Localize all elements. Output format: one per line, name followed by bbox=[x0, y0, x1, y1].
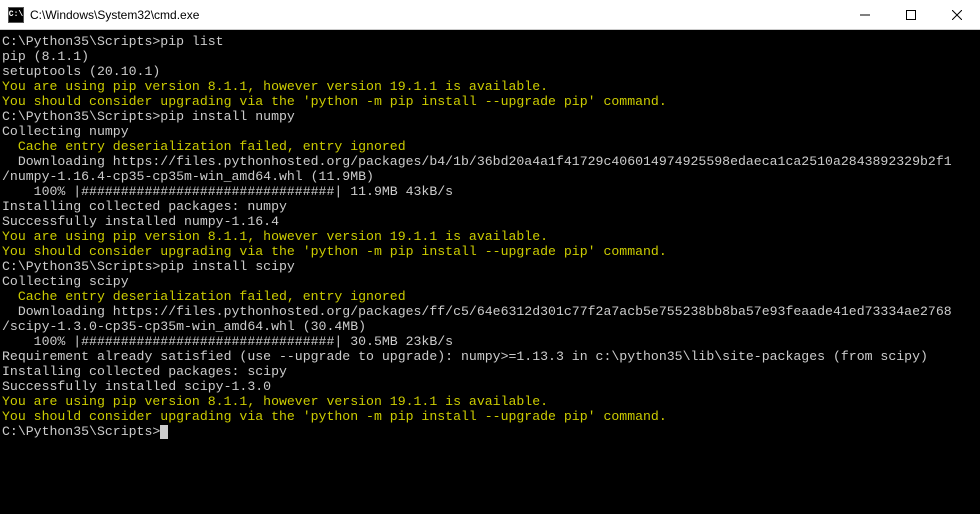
terminal-line: Downloading https://files.pythonhosted.o… bbox=[2, 304, 978, 319]
maximize-button[interactable] bbox=[888, 0, 934, 30]
terminal-line: Installing collected packages: numpy bbox=[2, 199, 978, 214]
terminal-line: Requirement already satisfied (use --upg… bbox=[2, 349, 978, 364]
close-button[interactable] bbox=[934, 0, 980, 30]
terminal-line: Collecting scipy bbox=[2, 274, 978, 289]
cursor bbox=[160, 425, 168, 439]
terminal-line: C:\Python35\Scripts> bbox=[2, 424, 978, 439]
minimize-icon bbox=[860, 10, 870, 20]
terminal-line: You should consider upgrading via the 'p… bbox=[2, 409, 978, 424]
terminal-line: C:\Python35\Scripts>pip install numpy bbox=[2, 109, 978, 124]
terminal-line: Installing collected packages: scipy bbox=[2, 364, 978, 379]
window-title: C:\Windows\System32\cmd.exe bbox=[30, 8, 842, 22]
terminal-line: /scipy-1.3.0-cp35-cp35m-win_amd64.whl (3… bbox=[2, 319, 978, 334]
terminal-line: You are using pip version 8.1.1, however… bbox=[2, 229, 978, 244]
terminal-line: Cache entry deserialization failed, entr… bbox=[2, 289, 978, 304]
terminal-line: Downloading https://files.pythonhosted.o… bbox=[2, 154, 978, 169]
terminal-line: pip (8.1.1) bbox=[2, 49, 978, 64]
terminal-line: You should consider upgrading via the 'p… bbox=[2, 244, 978, 259]
terminal-line: 100% |################################| … bbox=[2, 184, 978, 199]
terminal-line: You are using pip version 8.1.1, however… bbox=[2, 79, 978, 94]
terminal-line: C:\Python35\Scripts>pip install scipy bbox=[2, 259, 978, 274]
terminal-line: Successfully installed scipy-1.3.0 bbox=[2, 379, 978, 394]
terminal-line: setuptools (20.10.1) bbox=[2, 64, 978, 79]
terminal-line: You are using pip version 8.1.1, however… bbox=[2, 394, 978, 409]
minimize-button[interactable] bbox=[842, 0, 888, 30]
terminal-line: 100% |################################| … bbox=[2, 334, 978, 349]
terminal-line: You should consider upgrading via the 'p… bbox=[2, 94, 978, 109]
terminal-line: Successfully installed numpy-1.16.4 bbox=[2, 214, 978, 229]
terminal-line: Collecting numpy bbox=[2, 124, 978, 139]
close-icon bbox=[952, 10, 962, 20]
terminal-line: /numpy-1.16.4-cp35-cp35m-win_amd64.whl (… bbox=[2, 169, 978, 184]
maximize-icon bbox=[906, 10, 916, 20]
terminal-line: C:\Python35\Scripts>pip list bbox=[2, 34, 978, 49]
terminal-output[interactable]: C:\Python35\Scripts>pip listpip (8.1.1)s… bbox=[0, 30, 980, 443]
window-controls bbox=[842, 0, 980, 30]
cmd-icon: C:\ bbox=[8, 7, 24, 23]
window-titlebar: C:\ C:\Windows\System32\cmd.exe bbox=[0, 0, 980, 30]
terminal-line: Cache entry deserialization failed, entr… bbox=[2, 139, 978, 154]
